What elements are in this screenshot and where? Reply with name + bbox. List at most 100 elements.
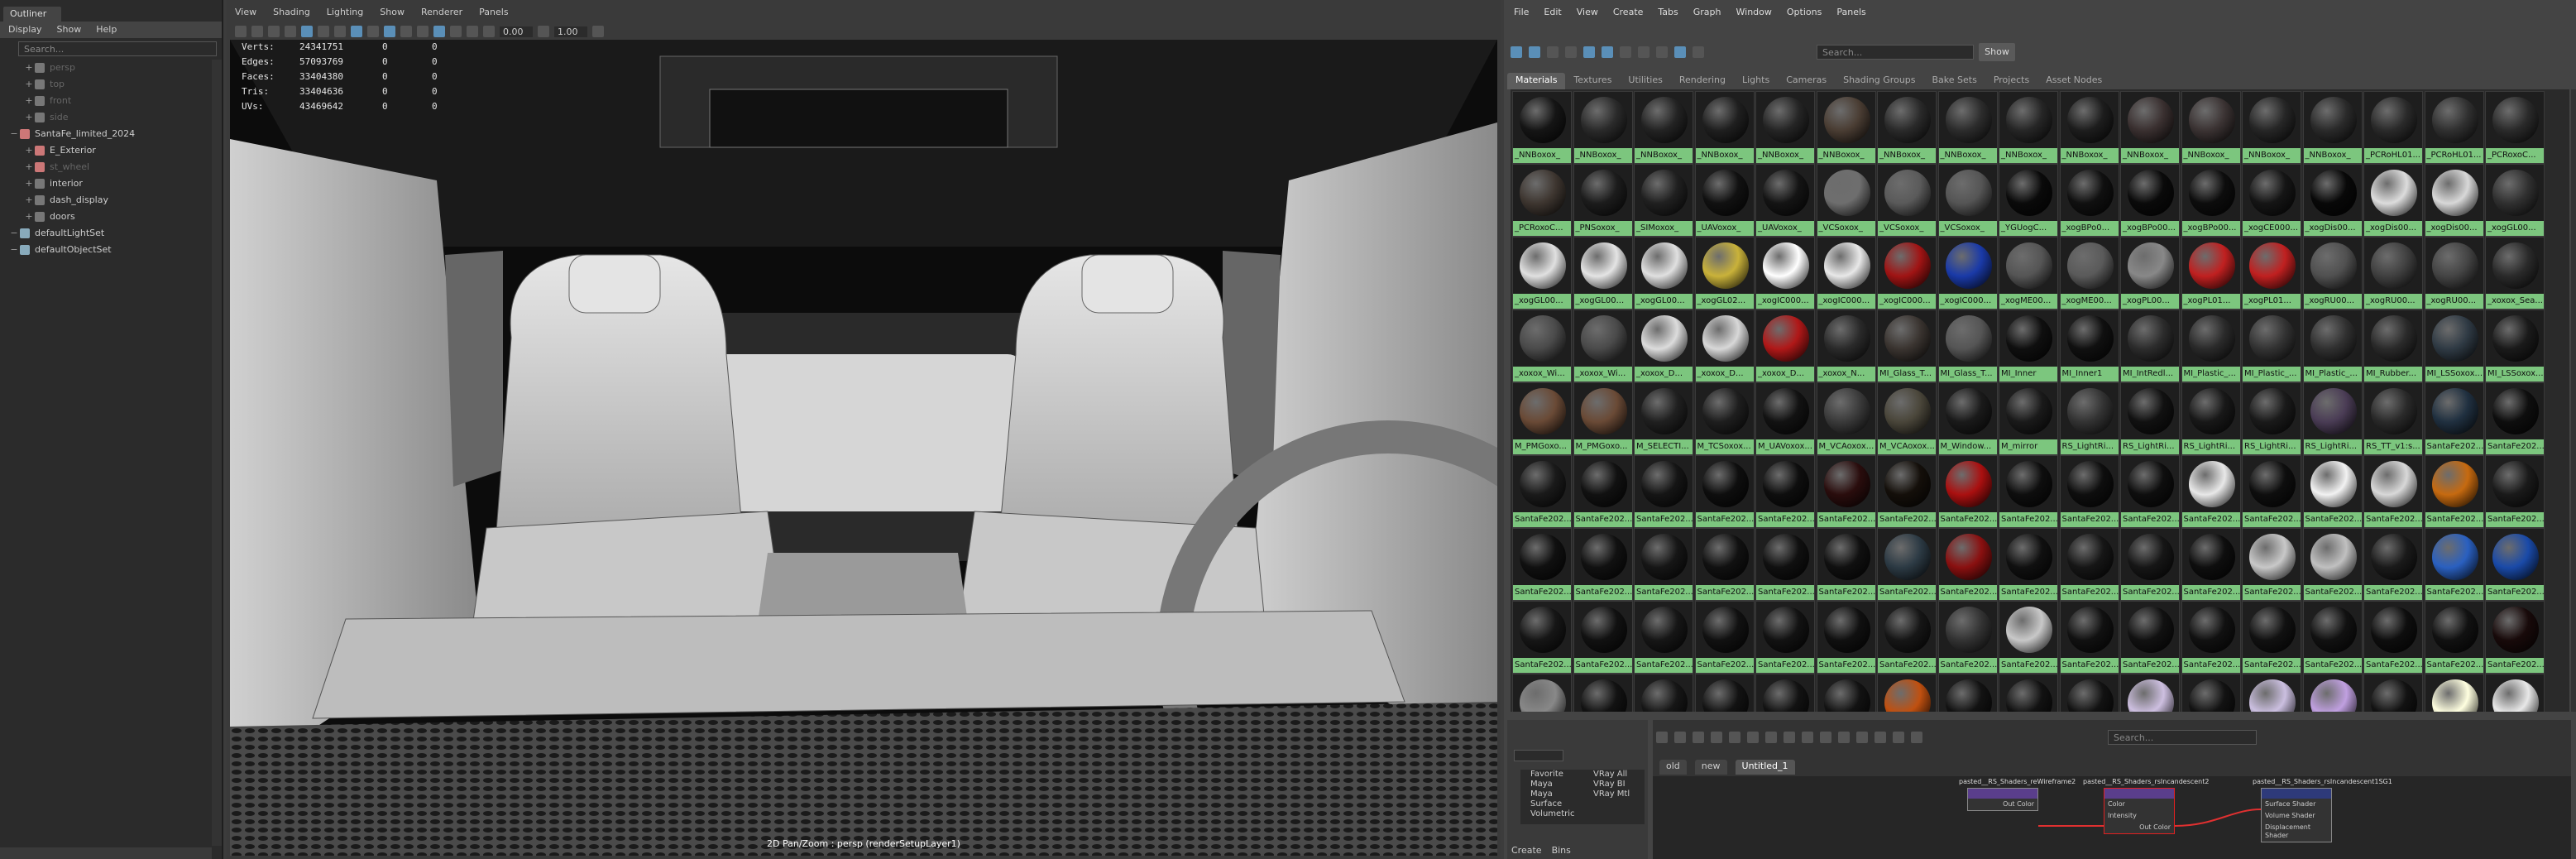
material-swatch[interactable]: _NNBoxox_ [2181, 91, 2241, 164]
material-swatch[interactable]: _NNBoxox_ [2302, 91, 2363, 164]
select-camera-icon[interactable] [251, 26, 263, 37]
material-swatch[interactable]: SantaFe202... [1634, 528, 1693, 601]
material-swatch[interactable]: MI_IntRedl... [2120, 310, 2180, 382]
material-swatch[interactable]: M_UAVoxox... [1755, 382, 1815, 455]
material-swatch[interactable]: _NNBoxox_ [1999, 91, 2058, 164]
attribute-filter-icon[interactable] [1911, 732, 1922, 743]
material-swatch[interactable]: SantaFe202... [1512, 601, 1572, 674]
material-swatch[interactable]: _xoxox_D... [1755, 310, 1815, 382]
material-swatch[interactable]: SantaFe202... [1634, 455, 1693, 528]
outliner-search-input[interactable]: Search... [18, 41, 217, 56]
outliner-menu-help[interactable]: Help [96, 24, 117, 36]
material-swatch[interactable]: MI_Plastic_... [2181, 310, 2241, 382]
sort-name-icon[interactable] [1620, 46, 1631, 58]
menu-panels[interactable]: Panels [1836, 7, 1865, 22]
browser-tab[interactable]: Utilities [1620, 73, 1670, 89]
color-management-icon[interactable] [592, 26, 604, 37]
material-swatch[interactable]: SantaFe202... [1999, 601, 2058, 674]
material-swatch[interactable]: _SIMoxox_ [1634, 164, 1693, 237]
material-swatch[interactable]: _NNBoxox_ [1512, 91, 1572, 164]
material-swatch[interactable]: _xogIC000... [1755, 237, 1815, 310]
graph-tab-old[interactable]: old [1659, 760, 1687, 775]
expand-toggle-icon[interactable]: + [23, 76, 35, 93]
outliner-item[interactable]: + E_Exterior [0, 142, 222, 159]
toggle-browser-icon[interactable] [1511, 46, 1522, 58]
create-category-item[interactable]: Maya [1527, 780, 1582, 789]
outliner-item[interactable]: + interior [0, 175, 222, 192]
create-search-input[interactable] [1514, 750, 1563, 761]
material-swatch[interactable]: _xogIC000... [1937, 237, 1998, 310]
material-swatch[interactable]: M_mirror [1999, 382, 2058, 455]
material-swatch[interactable] [2120, 674, 2180, 712]
expand-toggle-icon[interactable]: + [23, 192, 35, 209]
material-swatch[interactable]: _xogPL00... [2120, 237, 2180, 310]
material-swatch[interactable] [2059, 674, 2119, 712]
camera-icon[interactable] [235, 26, 247, 37]
simple-mode-icon[interactable] [1765, 732, 1777, 743]
material-swatch[interactable]: _xogBPo00... [2181, 164, 2241, 237]
sort-type-icon[interactable] [1638, 46, 1650, 58]
viewport-menu-lighting[interactable]: Lighting [327, 7, 363, 22]
exposure-icon[interactable] [483, 26, 495, 37]
gamma-icon[interactable] [538, 26, 549, 37]
material-swatch[interactable]: _NNBoxox_ [1937, 91, 1998, 164]
medium-icons-icon[interactable] [1583, 46, 1595, 58]
material-swatch[interactable]: SantaFe202... [2485, 601, 2545, 674]
material-swatch[interactable]: MI_Inner1 [2059, 310, 2119, 382]
material-swatch[interactable]: SantaFe202... [1816, 601, 1876, 674]
expand-toggle-icon[interactable]: + [23, 175, 35, 192]
menu-view[interactable]: View [1577, 7, 1598, 22]
browser-tab[interactable]: Bake Sets [1924, 73, 1985, 89]
material-swatch[interactable]: SantaFe202... [2424, 601, 2484, 674]
material-swatch[interactable]: SantaFe202... [2363, 601, 2423, 674]
material-swatch[interactable]: RS_LightRi... [2242, 382, 2301, 455]
material-swatch[interactable]: RS_TT_v1:s... [2363, 382, 2423, 455]
expand-toggle-icon[interactable]: − [8, 242, 20, 258]
material-swatch[interactable]: _PCRoxoC... [1512, 164, 1572, 237]
viewport-menu-shading[interactable]: Shading [273, 7, 310, 22]
material-swatch[interactable]: MI_Glass_T... [1937, 310, 1998, 382]
outliner-tab[interactable]: Outliner [3, 7, 61, 22]
material-swatch[interactable]: _xogGL00... [2485, 164, 2545, 237]
graph-tab-new[interactable]: new [1694, 760, 1727, 775]
node-search-input[interactable]: Search... [2108, 730, 2257, 745]
node-graph[interactable]: pasted__RS_Shaders_reWireframe2 Out Colo… [1653, 776, 2571, 859]
browser-tab[interactable]: Rendering [1671, 73, 1734, 89]
outliner-horizontal-scrollbar[interactable] [0, 847, 212, 859]
material-swatch[interactable]: MI_Glass_T... [1877, 310, 1937, 382]
expand-toggle-icon[interactable]: + [23, 209, 35, 225]
menu-graph[interactable]: Graph [1693, 7, 1721, 22]
browser-tab[interactable]: Lights [1734, 73, 1778, 89]
material-swatch[interactable]: _xoxox_Sea... [2485, 237, 2545, 310]
wireframe-icon[interactable] [351, 26, 362, 37]
material-swatch[interactable]: SantaFe202... [2363, 455, 2423, 528]
material-swatch[interactable]: SantaFe202... [2424, 382, 2484, 455]
expand-toggle-icon[interactable]: + [23, 142, 35, 159]
create-category-item[interactable]: Surface [1527, 799, 1582, 809]
material-swatch[interactable]: _YGUogC... [1999, 164, 2058, 237]
material-swatch[interactable] [1512, 674, 1572, 712]
material-swatch[interactable]: _NNBoxox_ [1573, 91, 1633, 164]
frame-all-icon[interactable] [1838, 732, 1850, 743]
material-swatch[interactable]: _PCRoxoC... [2485, 91, 2545, 164]
create-node-item[interactable]: VRay BI [1590, 780, 1645, 789]
material-swatch[interactable]: SantaFe202... [1573, 528, 1633, 601]
material-swatch[interactable]: _NNBoxox_ [1755, 91, 1815, 164]
create-category-item[interactable]: Favorite [1527, 770, 1582, 780]
menu-window[interactable]: Window [1736, 7, 1772, 22]
material-swatch[interactable]: SantaFe202... [2181, 528, 2241, 601]
image-plane-icon[interactable] [285, 26, 296, 37]
input-connections-icon[interactable] [1656, 732, 1668, 743]
io-connections-icon[interactable] [1674, 732, 1686, 743]
viewport-scene[interactable]: Verts: 24341751 0 0 Edges: 57093769 0 0 Faces: 33… [230, 40, 1497, 856]
graph-tab-untitled[interactable]: Untitled_1 [1735, 760, 1795, 775]
viewport-menu-view[interactable]: View [235, 7, 256, 22]
outliner-item[interactable]: + dash_display [0, 192, 222, 209]
material-swatch[interactable]: SantaFe202... [2059, 601, 2119, 674]
material-swatch[interactable]: M_VCAoxox... [1877, 382, 1937, 455]
menu-create[interactable]: Create [1613, 7, 1644, 22]
material-swatch[interactable]: _xogGL00... [1573, 237, 1633, 310]
material-swatch[interactable]: _xogPL01... [2181, 237, 2241, 310]
material-swatch[interactable] [1755, 674, 1815, 712]
expand-toggle-icon[interactable]: + [23, 60, 35, 76]
